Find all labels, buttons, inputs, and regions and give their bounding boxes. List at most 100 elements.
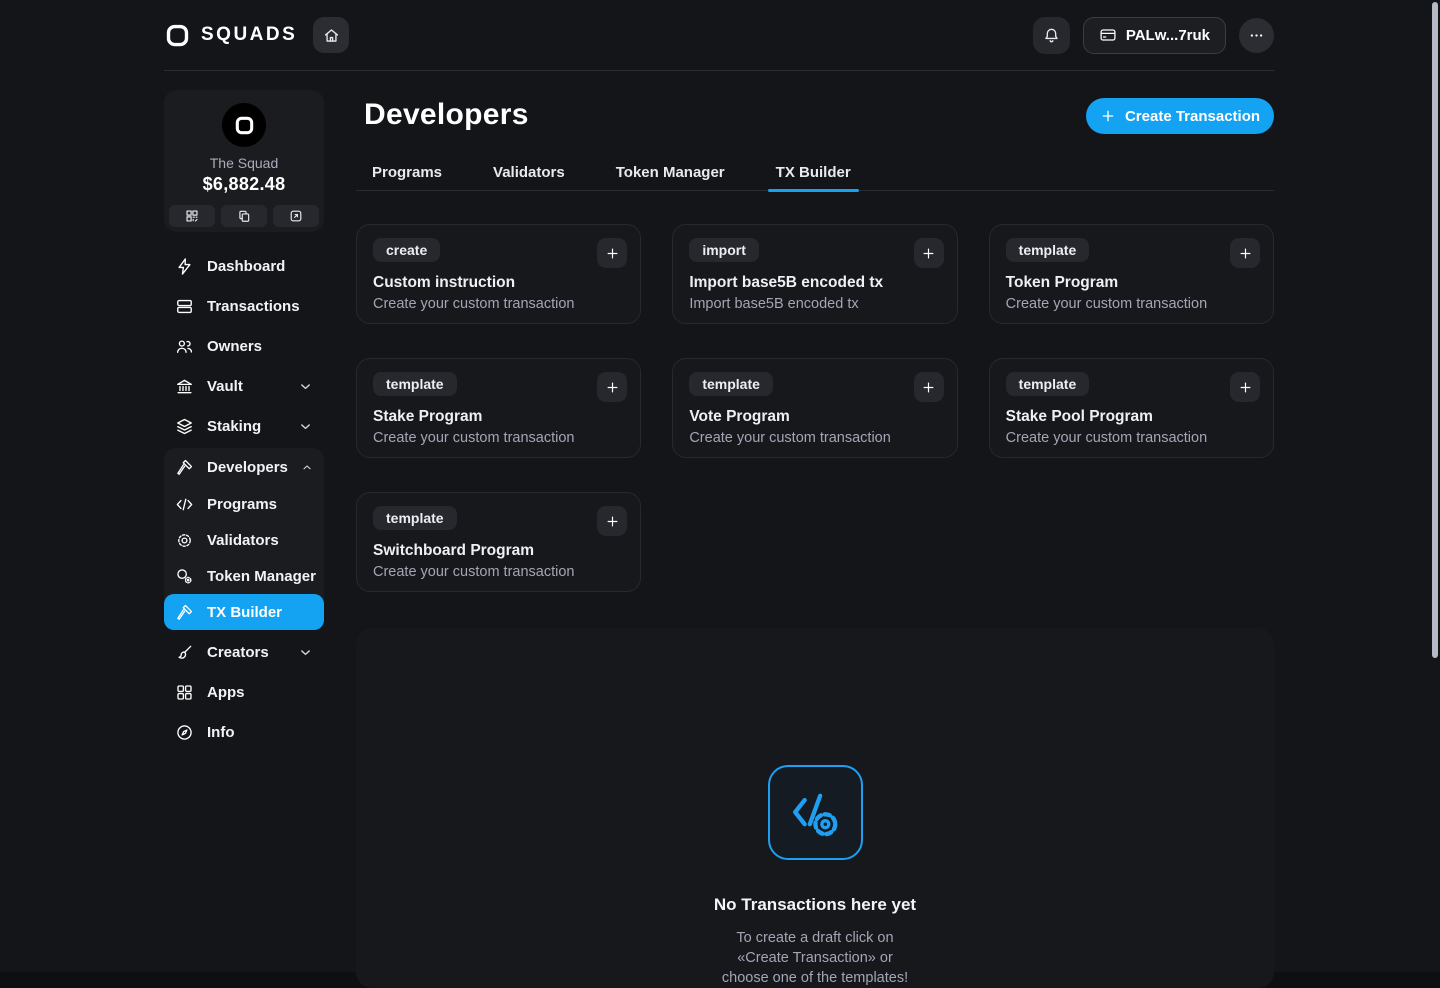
card-stake-program[interactable]: template Stake Program Create your custo… [356, 358, 641, 458]
card-badge: create [373, 238, 440, 262]
sidebar-item-token-manager[interactable]: Token Manager [164, 558, 324, 594]
squad-card: The Squad $6,882.48 [164, 90, 324, 232]
empty-state-body: To create a draft click on «Create Trans… [356, 928, 1274, 988]
create-transaction-label: Create Transaction [1125, 108, 1260, 125]
sidebar-item-creators[interactable]: Creators [164, 632, 324, 672]
card-switchboard-program[interactable]: template Switchboard Program Create your… [356, 492, 641, 592]
owners-people-icon [175, 337, 194, 356]
squad-avatar[interactable] [222, 103, 266, 147]
card-custom-instruction[interactable]: create Custom instruction Create your cu… [356, 224, 641, 324]
sidebar-nav: Dashboard Transactions Owners Vault Stak… [164, 246, 324, 752]
apps-grid-icon [175, 683, 194, 702]
squad-balance: $6,882.48 [164, 174, 324, 195]
sidebar-item-label: Info [207, 724, 235, 741]
brand-name: SQUADS [201, 24, 297, 46]
tab-programs[interactable]: Programs [364, 155, 450, 190]
card-title: Custom instruction [373, 274, 624, 292]
code-gear-icon [768, 765, 863, 860]
paintbrush-icon [175, 643, 194, 662]
notifications-button[interactable] [1033, 17, 1070, 54]
card-title: Switchboard Program [373, 542, 624, 560]
tab-tx-builder[interactable]: TX Builder [768, 155, 859, 190]
card-title: Token Program [1006, 274, 1257, 292]
lightning-icon [175, 257, 194, 276]
wallet-button[interactable]: PALw...7ruk [1083, 17, 1226, 54]
staking-layers-icon [175, 417, 194, 436]
plus-icon [1238, 380, 1253, 395]
tab-validators[interactable]: Validators [485, 155, 573, 190]
copy-address-button[interactable] [221, 205, 267, 227]
card-add-button[interactable] [1230, 238, 1260, 268]
card-add-button[interactable] [597, 238, 627, 268]
empty-state-title: No Transactions here yet [356, 895, 1274, 915]
card-badge: template [1006, 372, 1090, 396]
card-title: Stake Pool Program [1006, 408, 1257, 426]
plus-icon [1100, 108, 1116, 124]
sidebar-item-label: Validators [207, 532, 279, 549]
external-link-button[interactable] [273, 205, 319, 227]
template-cards-grid: create Custom instruction Create your cu… [356, 224, 1274, 592]
squad-actions [164, 205, 324, 227]
sidebar-item-transactions[interactable]: Transactions [164, 286, 324, 326]
sidebar-item-label: Creators [207, 644, 269, 661]
qr-code-icon [185, 209, 199, 223]
plus-icon [605, 246, 620, 261]
card-token-program[interactable]: template Token Program Create your custo… [989, 224, 1274, 324]
bell-icon [1042, 26, 1061, 45]
card-add-button[interactable] [1230, 372, 1260, 402]
sidebar-item-label: Token Manager [207, 568, 316, 585]
card-add-button[interactable] [597, 372, 627, 402]
card-title: Import base5B encoded tx [689, 274, 940, 292]
card-add-button[interactable] [914, 238, 944, 268]
validators-gear-icon [175, 531, 194, 550]
card-title: Vote Program [689, 408, 940, 426]
vault-bank-icon [175, 377, 194, 396]
chevron-down-icon [298, 419, 313, 434]
home-button[interactable] [313, 17, 349, 53]
sidebar-item-label: Developers [207, 459, 288, 476]
more-menu-button[interactable] [1239, 18, 1274, 53]
sidebar-item-info[interactable]: Info [164, 712, 324, 752]
plus-icon [605, 514, 620, 529]
wallet-address: PALw...7ruk [1126, 27, 1210, 44]
tab-active-underline [768, 189, 859, 192]
card-add-button[interactable] [597, 506, 627, 536]
sidebar-item-apps[interactable]: Apps [164, 672, 324, 712]
sidebar-item-label: Transactions [207, 298, 300, 315]
sidebar-item-validators[interactable]: Validators [164, 522, 324, 558]
sidebar-item-tx-builder[interactable]: TX Builder [164, 594, 324, 630]
sidebar-item-dashboard[interactable]: Dashboard [164, 246, 324, 286]
card-badge: template [373, 506, 457, 530]
tab-bar: Programs Validators Token Manager TX Bui… [356, 155, 1274, 191]
chevron-down-icon [298, 379, 313, 394]
tab-label: TX Builder [776, 164, 851, 181]
scrollbar-thumb[interactable] [1432, 2, 1438, 658]
card-badge: template [1006, 238, 1090, 262]
card-stake-pool-program[interactable]: template Stake Pool Program Create your … [989, 358, 1274, 458]
sidebar-item-label: Programs [207, 496, 277, 513]
hammer-icon [175, 603, 194, 622]
sidebar-item-vault[interactable]: Vault [164, 366, 324, 406]
transactions-empty-panel: No Transactions here yet To create a dra… [356, 628, 1274, 988]
squad-name: The Squad [164, 155, 324, 171]
tab-token-manager[interactable]: Token Manager [608, 155, 733, 190]
page-title: Developers [364, 98, 529, 132]
copy-icon [237, 209, 251, 223]
sidebar-item-label: Vault [207, 378, 243, 395]
sidebar-item-owners[interactable]: Owners [164, 326, 324, 366]
sidebar-item-developers[interactable]: Developers [164, 448, 324, 486]
qr-code-button[interactable] [169, 205, 215, 227]
card-subtitle: Create your custom transaction [373, 296, 624, 312]
sidebar-item-staking[interactable]: Staking [164, 406, 324, 446]
create-transaction-button[interactable]: Create Transaction [1086, 98, 1274, 134]
token-manager-icon [175, 567, 194, 586]
sidebar-item-programs[interactable]: Programs [164, 486, 324, 522]
ellipsis-icon [1248, 27, 1265, 44]
home-icon [322, 26, 341, 45]
card-subtitle: Create your custom transaction [373, 564, 624, 580]
card-vote-program[interactable]: template Vote Program Create your custom… [672, 358, 957, 458]
card-subtitle: Create your custom transaction [689, 430, 940, 446]
card-add-button[interactable] [914, 372, 944, 402]
chevron-up-icon [301, 460, 313, 475]
card-import-base58[interactable]: import Import base5B encoded tx Import b… [672, 224, 957, 324]
